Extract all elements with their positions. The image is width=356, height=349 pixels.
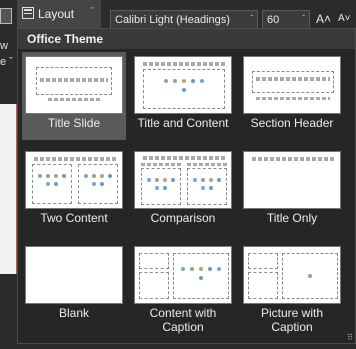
layout-label: Title and Content: [137, 116, 229, 130]
layout-title-slide[interactable]: Title Slide: [22, 52, 126, 140]
resize-grip-icon[interactable]: ⠿: [347, 333, 353, 342]
font-name-value: Calibri Light (Headings): [115, 14, 230, 26]
layout-section-header[interactable]: Section Header: [240, 52, 344, 140]
font-size-value: 60: [267, 14, 280, 26]
layout-thumbnail: [243, 246, 341, 304]
new-slide-label-2: e ˇ: [0, 56, 13, 68]
slide-thumbnail[interactable]: [0, 104, 17, 274]
increase-font-size-button[interactable]: A˄: [316, 12, 331, 26]
gallery-section-header: Office Theme: [18, 29, 355, 49]
new-slide-icon: [0, 8, 12, 24]
layout-thumbnail: [243, 151, 341, 209]
layout-two-content[interactable]: Two Content: [22, 147, 126, 235]
layout-thumbnail: [134, 246, 232, 304]
chevron-down-icon: ˇ: [91, 6, 94, 16]
layout-label: Comparison: [150, 211, 216, 225]
layout-label: Title Slide: [47, 116, 101, 130]
layout-label: Two Content: [40, 211, 108, 225]
chevron-down-icon[interactable]: ˇ: [250, 14, 253, 23]
layout-picture-with-caption[interactable]: Picture with Caption: [240, 242, 344, 334]
font-name-select[interactable]: Calibri Light (Headings) ˇ: [110, 10, 258, 30]
layout-label: Content with Caption: [149, 306, 217, 334]
layout-button[interactable]: Layout ˇ: [17, 0, 101, 29]
layout-label: Section Header: [250, 116, 334, 130]
layout-button-label: Layout: [38, 7, 75, 21]
layout-label: Title Only: [266, 211, 318, 225]
section-title: Office Theme: [27, 32, 104, 46]
font-size-select[interactable]: 60 ˇ: [262, 10, 310, 30]
new-slide-button[interactable]: w e ˇ: [0, 0, 16, 72]
layout-title-and-content[interactable]: Title and Content: [131, 52, 235, 140]
layout-title-only[interactable]: Title Only: [240, 147, 344, 235]
decrease-font-size-button[interactable]: A˅: [338, 13, 351, 24]
new-slide-label: w: [0, 40, 8, 52]
layout-icon: [22, 7, 34, 19]
layout-thumbnail: [134, 151, 232, 209]
layout-thumbnail: [243, 56, 341, 114]
layout-comparison[interactable]: Comparison: [131, 147, 235, 235]
layout-label: Picture with Caption: [260, 306, 324, 334]
layout-thumbnail: [25, 246, 123, 304]
layout-thumbnail: [25, 151, 123, 209]
layout-thumbnail: [25, 56, 123, 114]
layout-thumbnail: [134, 56, 232, 114]
layout-gallery-dropdown: Office Theme Title Slide Title and Conte…: [17, 28, 356, 344]
chevron-down-icon[interactable]: ˇ: [302, 14, 305, 23]
layout-blank[interactable]: Blank: [22, 242, 126, 330]
layout-label: Blank: [58, 306, 90, 320]
layout-content-with-caption[interactable]: Content with Caption: [131, 242, 235, 334]
